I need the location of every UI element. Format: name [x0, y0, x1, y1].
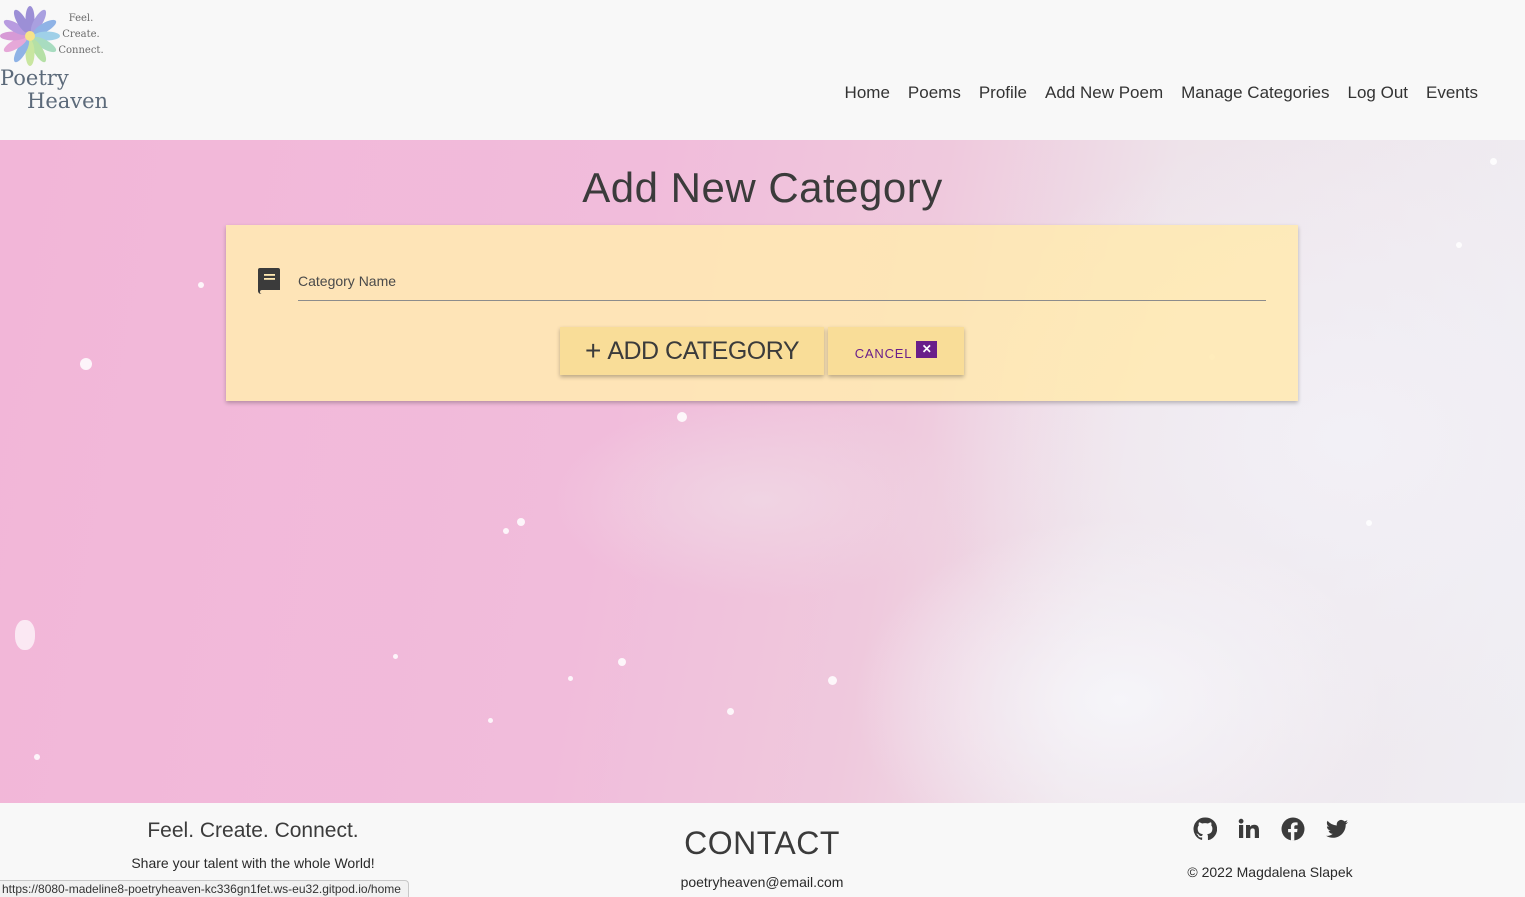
poetry-heaven-logo[interactable]: Feel. Create. Connect. Poetry Heaven: [0, 2, 115, 113]
logo-tagline-feel: Feel.: [68, 13, 94, 24]
nav-add-new-poem-link[interactable]: Add New Poem: [1036, 80, 1172, 106]
cancel-button[interactable]: CANCEL ✕: [828, 327, 964, 375]
background-speck: [618, 658, 626, 666]
nav-manage-categories-link[interactable]: Manage Categories: [1172, 80, 1338, 106]
category-name-field[interactable]: Category Name: [298, 265, 1266, 301]
background-speck: [34, 754, 40, 760]
main-nav: Home Poems Profile Add New Poem Manage C…: [836, 80, 1487, 106]
category-name-input[interactable]: [298, 265, 1266, 299]
background-speck: [517, 518, 525, 526]
background-speck: [80, 358, 92, 370]
page-title: Add New Category: [582, 164, 943, 211]
background-speck: [1366, 520, 1372, 526]
background-speck: [828, 676, 837, 685]
nav-events-link[interactable]: Events: [1417, 80, 1487, 106]
flower-logo-icon: [0, 6, 60, 66]
nav-home-link[interactable]: Home: [836, 80, 899, 106]
background-speck: [1456, 242, 1462, 248]
add-category-label: ADD CATEGORY: [607, 336, 800, 365]
add-category-button[interactable]: + ADD CATEGORY: [560, 327, 824, 375]
nav-log-out-link[interactable]: Log Out: [1339, 80, 1418, 106]
plus-icon: +: [584, 335, 602, 366]
background-speck: [198, 282, 204, 288]
linkedin-icon[interactable]: [1237, 817, 1261, 841]
close-icon: ✕: [916, 341, 938, 358]
add-category-form-card: Category Name + ADD CATEGORY CANCEL ✕: [226, 225, 1298, 401]
background-speck: [568, 676, 573, 681]
nav-profile-link[interactable]: Profile: [970, 80, 1036, 106]
logo-name-heaven: Heaven: [27, 89, 109, 113]
background-speck: [393, 654, 398, 659]
background-speck: [503, 528, 509, 534]
book-icon: [258, 268, 280, 294]
background-speck: [488, 718, 493, 723]
twitter-icon[interactable]: [1325, 817, 1349, 841]
footer-slogan: Feel. Create. Connect.: [147, 819, 359, 842]
footer-copyright: © 2022 Magdalena Slapek: [1187, 864, 1353, 880]
footer-contact-heading: CONTACT: [684, 825, 840, 861]
nav-poems-link[interactable]: Poems: [899, 80, 970, 106]
github-icon[interactable]: [1193, 817, 1218, 841]
social-links: [1193, 817, 1349, 841]
cancel-label: CANCEL: [854, 345, 913, 361]
background-speck: [15, 620, 35, 650]
site-header: Feel. Create. Connect. Poetry Heaven Hom…: [0, 0, 1525, 140]
logo-tagline-connect: Connect.: [58, 45, 104, 56]
logo-tagline-create: Create.: [62, 29, 100, 40]
browser-status-url: https://8080-madeline8-poetryheaven-kc33…: [0, 880, 409, 897]
background-speck: [727, 708, 734, 715]
footer-email[interactable]: poetryheaven@email.com: [512, 874, 1012, 890]
facebook-icon[interactable]: [1281, 817, 1305, 841]
background-speck: [677, 412, 687, 422]
footer-share-text: Share your talent with the whole World!: [131, 855, 375, 871]
